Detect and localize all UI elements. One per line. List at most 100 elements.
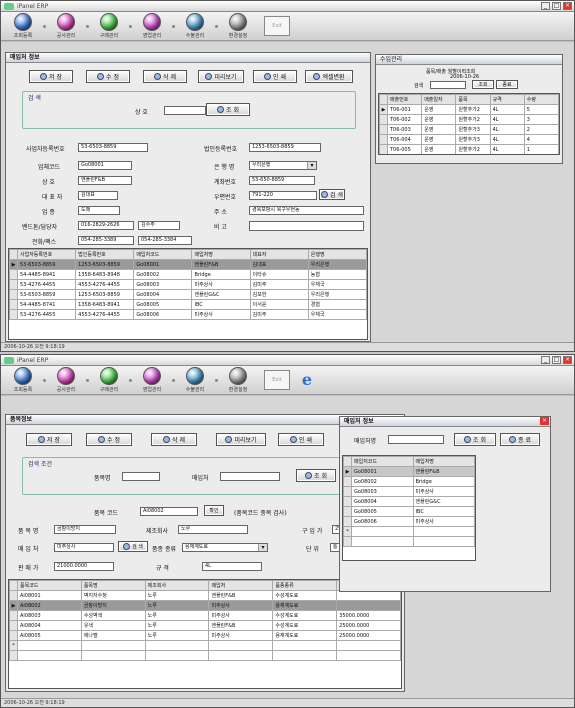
- table-cell[interactable]: 김포한: [249, 289, 309, 300]
- table-cell[interactable]: 김대표: [249, 259, 309, 270]
- row-indicator[interactable]: ▶: [9, 600, 18, 611]
- table-cell[interactable]: 4L: [490, 155, 524, 156]
- column-header[interactable]: 매입처명: [191, 249, 251, 260]
- table-row[interactable]: ▶ Go08001 엔플린F&B: [343, 466, 475, 477]
- table-cell[interactable]: 미주상사: [412, 486, 475, 497]
- excel-button[interactable]: 엑셀변환: [305, 70, 353, 83]
- delete-button[interactable]: 삭 제: [151, 433, 197, 446]
- table-cell[interactable]: 엔플린F&B: [208, 590, 274, 601]
- table-cell[interactable]: 운영: [421, 134, 457, 145]
- table-cell[interactable]: 미주상사: [208, 600, 274, 611]
- table-cell[interactable]: Ai08001: [17, 590, 82, 601]
- table-cell[interactable]: 운영: [422, 155, 456, 156]
- table-cell[interactable]: T06-004: [386, 134, 423, 145]
- row-indicator[interactable]: [9, 620, 18, 631]
- table-cell[interactable]: [336, 600, 401, 611]
- search-item-input[interactable]: [122, 472, 160, 481]
- table-row[interactable]: T06-004 운영 원할추가3 4L 4: [379, 134, 559, 145]
- table-cell[interactable]: Go08001: [351, 466, 414, 477]
- name-field[interactable]: 엔플린F&B: [78, 176, 132, 185]
- table-cell[interactable]: 3: [523, 114, 559, 125]
- toolbar-button-4[interactable]: 영업관리: [134, 366, 170, 394]
- table-cell[interactable]: 노루: [144, 620, 210, 631]
- print-button[interactable]: 인 쇄: [253, 70, 297, 83]
- table-cell[interactable]: Bridge: [191, 269, 251, 280]
- supplier-grid[interactable]: 사업자등록번호 법인등록번호 매입처코드 매입처명 대표자 은행명 ▶ 53-6503-885…: [8, 248, 368, 340]
- table-cell[interactable]: 노루: [144, 630, 210, 641]
- table-cell[interactable]: 엔플린G&C: [191, 289, 251, 300]
- zip-field[interactable]: 791-220: [249, 191, 317, 200]
- spec-field[interactable]: 4L: [202, 562, 262, 571]
- column-header[interactable]: 수량: [523, 94, 559, 105]
- table-row[interactable]: 54-4485-8741 1358-6483-8941 Go08005 IBC 이서윤 경…: [9, 299, 367, 310]
- table-row[interactable]: Ai08004 유색 노루 엔플린F&B 수성계도료 25000.0000: [9, 620, 401, 631]
- table-cell[interactable]: [336, 640, 401, 651]
- item-name-field[interactable]: 곰팡이방지: [54, 525, 116, 534]
- row-indicator[interactable]: ▶: [343, 466, 352, 477]
- table-row[interactable]: Go08006 미주상사: [343, 516, 475, 527]
- addr-field[interactable]: 경북포항시 북구우현동: [249, 206, 364, 215]
- table-cell[interactable]: [412, 526, 475, 537]
- table-cell[interactable]: 1253-6503-8859: [75, 289, 135, 300]
- handler-tel-field[interactable]: 016-2829-2626: [78, 221, 134, 230]
- column-header[interactable]: 품목코드: [17, 580, 82, 591]
- row-indicator[interactable]: [343, 486, 352, 497]
- table-cell[interactable]: 원할추가2: [455, 114, 491, 125]
- internet-explorer-icon[interactable]: e: [298, 371, 316, 389]
- table-cell[interactable]: 1: [523, 144, 559, 154]
- table-cell[interactable]: 53-6503-8859: [16, 289, 77, 300]
- bizno-field[interactable]: 53-6503-8859: [78, 143, 148, 152]
- row-indicator[interactable]: [9, 630, 18, 641]
- preview-button[interactable]: 미리보기: [216, 433, 266, 446]
- column-header[interactable]: 매입처: [208, 580, 274, 591]
- table-cell[interactable]: 원할추가3: [456, 155, 490, 156]
- close-button[interactable]: ×: [563, 2, 572, 10]
- table-cell[interactable]: 수성계도료: [272, 590, 338, 601]
- row-indicator[interactable]: [343, 476, 352, 487]
- column-header[interactable]: 은행명: [307, 249, 367, 260]
- table-cell[interactable]: 엔플린F&B: [208, 620, 274, 631]
- table-cell[interactable]: [336, 590, 401, 601]
- toolbar-button-5[interactable]: 수불관리: [177, 366, 213, 394]
- table-cell[interactable]: Go08003: [133, 279, 193, 290]
- table-cell[interactable]: Go08006: [351, 516, 414, 527]
- table-row[interactable]: 53-4276-4455 4553-4276-4455 Go08006 미주상사 김미주…: [9, 309, 367, 320]
- table-row[interactable]: T06-005 운영 원할추가2 4L 1: [379, 144, 559, 154]
- table-row[interactable]: ▶ 53-6503-8859 1253-6503-8859 Go08001 엔플린F&B…: [9, 259, 367, 270]
- table-cell[interactable]: 4: [523, 134, 559, 145]
- table-cell[interactable]: [80, 640, 146, 651]
- table-cell[interactable]: 우체국: [307, 279, 367, 290]
- table-cell[interactable]: 4L: [489, 114, 525, 125]
- product-grid[interactable]: 품목코드품목명제조회사매입처품종종류구입가Ai08001벽지자수청노루엔플린F&…: [8, 579, 402, 689]
- toolbar-button-3[interactable]: 구매관리: [91, 12, 127, 40]
- column-header[interactable]: 사업자등록번호: [16, 249, 77, 260]
- toolbar-button-1[interactable]: 조회등록: [5, 366, 41, 394]
- table-cell[interactable]: [144, 650, 210, 661]
- column-header[interactable]: 매출일자: [421, 94, 457, 105]
- table-cell[interactable]: 1253-6503-8859: [75, 259, 135, 270]
- column-header[interactable]: 매입처명: [412, 456, 475, 467]
- table-cell[interactable]: 김미주: [249, 279, 309, 290]
- row-indicator[interactable]: [9, 610, 18, 621]
- table-cell[interactable]: [208, 640, 274, 651]
- maker-field[interactable]: 노루: [178, 525, 248, 534]
- toolbar-button-6[interactable]: 환경설정: [220, 366, 256, 394]
- row-indicator[interactable]: [343, 516, 352, 527]
- popup-close-icon[interactable]: ×: [540, 417, 549, 425]
- table-cell[interactable]: T06-001: [386, 104, 423, 115]
- table-cell[interactable]: IBC: [191, 299, 251, 310]
- table-cell[interactable]: 수성계도료: [272, 610, 338, 621]
- row-indicator[interactable]: [9, 289, 18, 300]
- ceo-field[interactable]: 김대표: [78, 191, 118, 200]
- table-cell[interactable]: [17, 640, 82, 651]
- search-button[interactable]: 조 회: [296, 469, 336, 482]
- empty-row[interactable]: [9, 650, 401, 661]
- account-field[interactable]: 53-650-8859: [249, 176, 315, 185]
- table-cell[interactable]: Go08002: [351, 476, 414, 487]
- table-cell[interactable]: Go08004: [351, 496, 414, 507]
- row-indicator[interactable]: [379, 114, 388, 125]
- table-row[interactable]: Ai08005 에나멜 노루 미주상사 용재계도료 25000.0000: [9, 630, 401, 641]
- search-name-input[interactable]: [164, 106, 206, 115]
- table-cell[interactable]: IBC: [412, 506, 475, 517]
- supplier-lookup-grid[interactable]: 매입처코드 매입처명 ▶ Go08001 엔플린F&B Go08002 Bridge Go08…: [342, 455, 476, 561]
